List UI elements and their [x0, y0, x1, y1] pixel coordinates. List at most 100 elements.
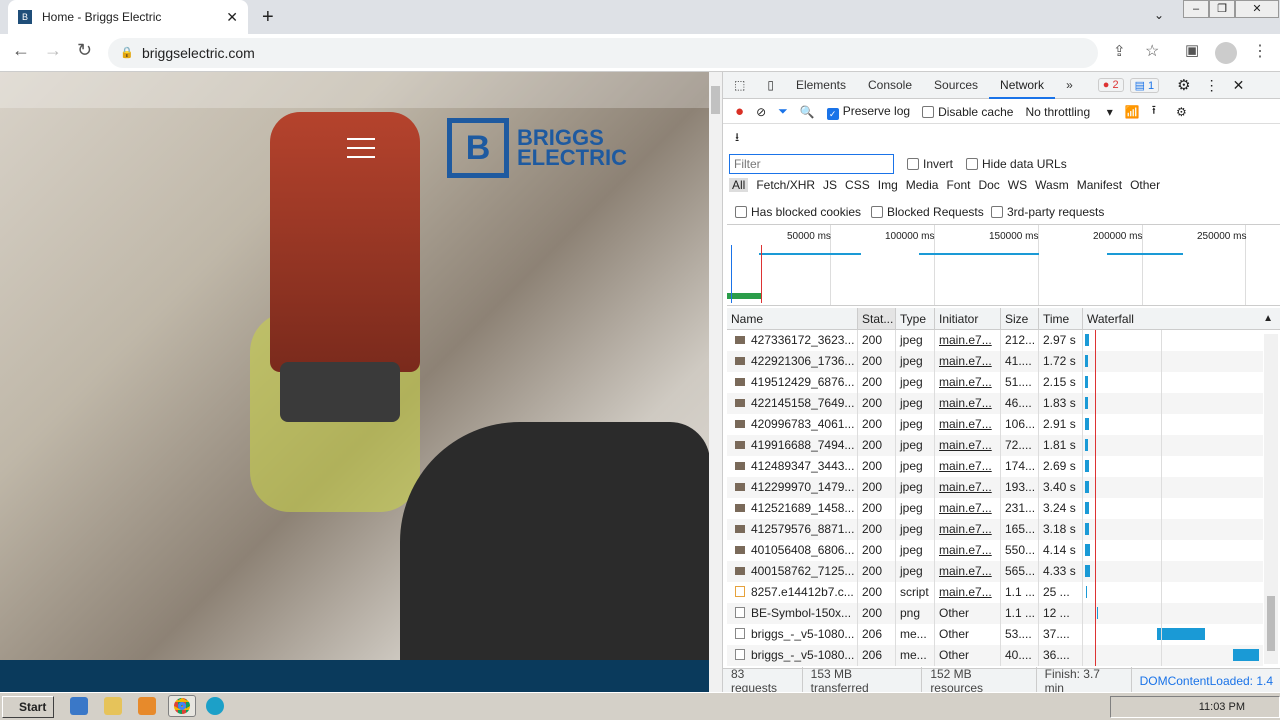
col-type[interactable]: Type: [896, 308, 935, 329]
ie-icon[interactable]: [70, 697, 88, 715]
third-party-checkbox[interactable]: 3rd-party requests: [991, 205, 1104, 219]
tab-search-icon[interactable]: ⌄: [1154, 8, 1164, 22]
type-filter-ws[interactable]: WS: [1008, 178, 1027, 192]
import-har-icon[interactable]: ⭱: [1152, 101, 1156, 122]
minimize-button[interactable]: –: [1183, 0, 1209, 18]
blocked-cookies-checkbox[interactable]: Has blocked cookies: [735, 205, 861, 219]
cell-time: 3.24 s: [1039, 498, 1083, 519]
restore-button[interactable]: ❐: [1209, 0, 1235, 18]
device-toggle-icon[interactable]: ▯: [756, 72, 785, 99]
start-button[interactable]: Start: [2, 696, 54, 718]
col-waterfall[interactable]: Waterfall ▲: [1083, 308, 1280, 329]
table-row[interactable]: briggs_-_v5-1080... 206 me... Other 53..…: [727, 624, 1263, 645]
col-size[interactable]: Size: [1001, 308, 1039, 329]
table-scrollbar[interactable]: [1264, 334, 1278, 664]
throttling-select[interactable]: No throttling ▾: [1025, 105, 1112, 119]
hide-data-urls-checkbox[interactable]: Hide data URLs: [966, 157, 1067, 171]
col-initiator[interactable]: Initiator: [935, 308, 1001, 329]
chrome-taskbar-button[interactable]: [168, 695, 196, 717]
table-row[interactable]: 422921306_1736... 200 jpeg main.e7... 41…: [727, 351, 1263, 372]
close-tab-icon[interactable]: ✕: [226, 9, 238, 26]
back-icon[interactable]: ←: [12, 40, 30, 61]
menu-icon[interactable]: ⋮: [1252, 41, 1268, 61]
tab-sources[interactable]: Sources: [923, 72, 989, 99]
type-filter-font[interactable]: Font: [946, 178, 970, 192]
type-filter-fetchxhr[interactable]: Fetch/XHR: [756, 178, 815, 192]
kebab-icon[interactable]: ⋮: [1205, 77, 1219, 94]
hero-image-glove: [400, 422, 709, 692]
disable-cache-checkbox[interactable]: Disable cache: [922, 105, 1013, 119]
table-row[interactable]: briggs_-_v5-1080... 206 me... Other 40..…: [727, 645, 1263, 666]
reload-icon[interactable]: ↻: [77, 40, 92, 61]
page-scrollbar[interactable]: [709, 72, 722, 692]
table-row[interactable]: 400158762_7125... 200 jpeg main.e7... 56…: [727, 561, 1263, 582]
bookmark-star-icon[interactable]: ☆: [1145, 41, 1159, 61]
inspect-icon[interactable]: ⬚: [723, 72, 756, 99]
record-icon[interactable]: ●: [735, 103, 744, 120]
type-filter-other[interactable]: Other: [1130, 178, 1160, 192]
tab-console[interactable]: Console: [857, 72, 923, 99]
table-row[interactable]: 401056408_6806... 200 jpeg main.e7... 55…: [727, 540, 1263, 561]
media-player-icon[interactable]: [138, 697, 156, 715]
edge-icon[interactable]: [206, 697, 224, 715]
type-filter-doc[interactable]: Doc: [978, 178, 999, 192]
tab-elements[interactable]: Elements: [785, 72, 857, 99]
address-bar[interactable]: 🔒 briggselectric.com: [108, 38, 1098, 68]
hide-data-urls-label: Hide data URLs: [982, 157, 1067, 171]
type-filter-wasm[interactable]: Wasm: [1035, 178, 1069, 192]
cell-type: jpeg: [896, 330, 935, 351]
col-name[interactable]: Name: [727, 308, 858, 329]
filter-icon[interactable]: ⏷: [778, 104, 788, 119]
side-panel-icon[interactable]: ▣: [1185, 41, 1199, 59]
logo-text: ELECTRIC: [517, 145, 627, 170]
cell-time: 2.15 s: [1039, 372, 1083, 393]
blocked-requests-checkbox[interactable]: Blocked Requests: [871, 205, 984, 219]
table-row[interactable]: 427336172_3623... 200 jpeg main.e7... 21…: [727, 330, 1263, 351]
new-tab-button[interactable]: +: [262, 6, 274, 29]
table-row[interactable]: 412521689_1458... 200 jpeg main.e7... 23…: [727, 498, 1263, 519]
type-filter-img[interactable]: Img: [878, 178, 898, 192]
clear-icon[interactable]: ⊘: [756, 105, 766, 119]
browser-tab[interactable]: B Home - Briggs Electric ✕: [8, 0, 248, 34]
type-filter-js[interactable]: JS: [823, 178, 837, 192]
request-name: 420996783_4061...: [751, 417, 855, 431]
cell-initiator: main.e7...: [935, 477, 1001, 498]
error-badge[interactable]: ● 2: [1097, 78, 1124, 92]
table-row[interactable]: 419916688_7494... 200 jpeg main.e7... 72…: [727, 435, 1263, 456]
table-row[interactable]: 420996783_4061... 200 jpeg main.e7... 10…: [727, 414, 1263, 435]
export-har-icon[interactable]: ⭳: [735, 128, 739, 149]
type-filter-css[interactable]: CSS: [845, 178, 870, 192]
close-window-button[interactable]: ✕: [1235, 0, 1279, 18]
filter-input[interactable]: Filter: [729, 154, 894, 174]
profile-avatar[interactable]: [1215, 42, 1237, 64]
table-row[interactable]: 419512429_6876... 200 jpeg main.e7... 51…: [727, 372, 1263, 393]
table-row[interactable]: 412579576_8871... 200 jpeg main.e7... 16…: [727, 519, 1263, 540]
briggs-logo[interactable]: B BRIGGS ELECTRIC: [447, 118, 627, 178]
invert-checkbox[interactable]: Invert: [907, 157, 953, 171]
type-filter-media[interactable]: Media: [906, 178, 939, 192]
type-filter-all[interactable]: All: [729, 178, 749, 192]
col-time[interactable]: Time: [1039, 308, 1083, 329]
more-tabs[interactable]: »: [1055, 72, 1084, 99]
explorer-icon[interactable]: [104, 697, 122, 715]
tab-network[interactable]: Network: [989, 72, 1056, 99]
table-row[interactable]: 412299970_1479... 200 jpeg main.e7... 19…: [727, 477, 1263, 498]
network-overview[interactable]: 50000 ms 100000 ms 150000 ms 200000 ms 2…: [727, 224, 1280, 306]
cell-status: 200: [858, 519, 896, 540]
close-devtools-icon[interactable]: ✕: [1233, 77, 1245, 94]
type-filter-manifest[interactable]: Manifest: [1077, 178, 1122, 192]
table-row[interactable]: 422145158_7649... 200 jpeg main.e7... 46…: [727, 393, 1263, 414]
search-icon[interactable]: 🔍: [800, 105, 815, 119]
network-settings-icon[interactable]: ⚙: [1176, 105, 1187, 119]
hamburger-menu-icon[interactable]: [347, 138, 375, 165]
table-row[interactable]: 412489347_3443... 200 jpeg main.e7... 17…: [727, 456, 1263, 477]
col-status[interactable]: Stat...: [858, 308, 896, 329]
table-row[interactable]: 8257.e14412b7.c... 200 script main.e7...…: [727, 582, 1263, 603]
share-icon[interactable]: ⇪: [1113, 42, 1126, 60]
table-row[interactable]: BE-Symbol-150x... 200 png Other 1.1 ... …: [727, 603, 1263, 624]
forward-icon[interactable]: →: [44, 40, 62, 61]
message-badge[interactable]: ▤ 1: [1129, 77, 1160, 93]
preserve-log-checkbox[interactable]: ✓ Preserve log: [826, 104, 910, 120]
network-conditions-icon[interactable]: 📶: [1125, 105, 1140, 119]
settings-icon[interactable]: ⚙: [1177, 76, 1190, 94]
